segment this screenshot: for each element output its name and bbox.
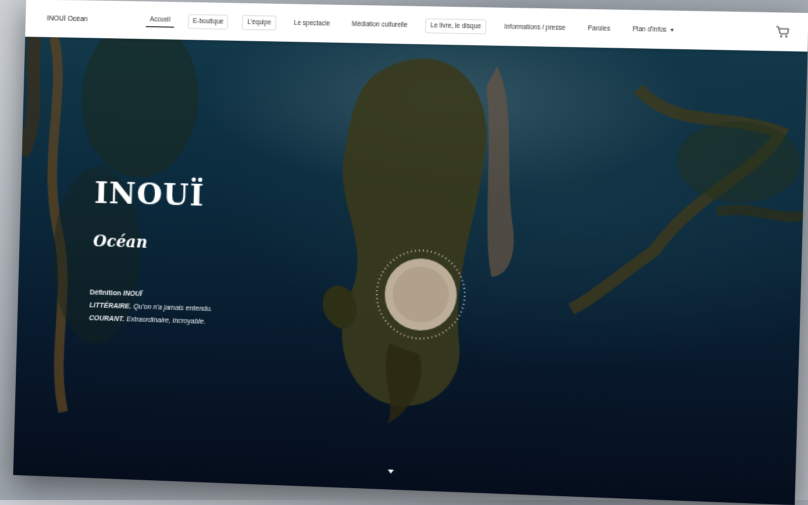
- main-nav: Accueil E-boutique L'équipe Le spectacle…: [145, 13, 693, 38]
- nav-item-paroles[interactable]: Paroles: [584, 22, 615, 36]
- definition-block: Définition INOUÏ LITTÉRAIRE. Qu'on n'a j…: [89, 287, 213, 329]
- nav-item-equipe[interactable]: L'équipe: [242, 14, 277, 31]
- definition-line-2-label: COURANT.: [88, 315, 125, 324]
- site-brand[interactable]: INOUÏ Océan: [47, 15, 125, 23]
- chevron-down-icon[interactable]: [387, 469, 394, 474]
- nav-item-e-boutique[interactable]: E-boutique: [187, 13, 229, 30]
- nav-item-plan-infos[interactable]: Plan d'infos ▾: [628, 22, 678, 36]
- hero-section: INOUÏ Océan Définition INOUÏ LITTÉRAIRE.…: [13, 36, 808, 505]
- cart-icon[interactable]: [775, 26, 790, 38]
- nav-item-mediation[interactable]: Médiation culturelle: [348, 17, 412, 31]
- chevron-down-icon: ▾: [670, 27, 674, 34]
- nav-item-informations[interactable]: Informations / presse: [500, 20, 570, 34]
- browser-page: INOUÏ Océan Accueil E-boutique L'équipe …: [13, 0, 808, 505]
- underwater-background-image: [13, 36, 807, 505]
- nav-item-accueil[interactable]: Accueil: [145, 13, 175, 28]
- definition-line-1-text: Qu'on n'a jamais entendu.: [133, 303, 213, 314]
- definition-label: Définition: [89, 289, 122, 298]
- nav-item-spectacle[interactable]: Le spectacle: [290, 16, 334, 30]
- definition-line-2-text: Extraordinaire, incroyable.: [126, 316, 206, 326]
- nav-item-livre-disque[interactable]: Le livre, le disque: [425, 17, 487, 34]
- definition-line-1-label: LITTÉRAIRE.: [89, 302, 132, 311]
- hero-title: INOUÏ: [93, 176, 205, 214]
- nav-item-plan-infos-label: Plan d'infos: [632, 25, 667, 34]
- definition-word: INOUÏ: [122, 290, 143, 299]
- hero-subtitle: Océan: [92, 231, 148, 252]
